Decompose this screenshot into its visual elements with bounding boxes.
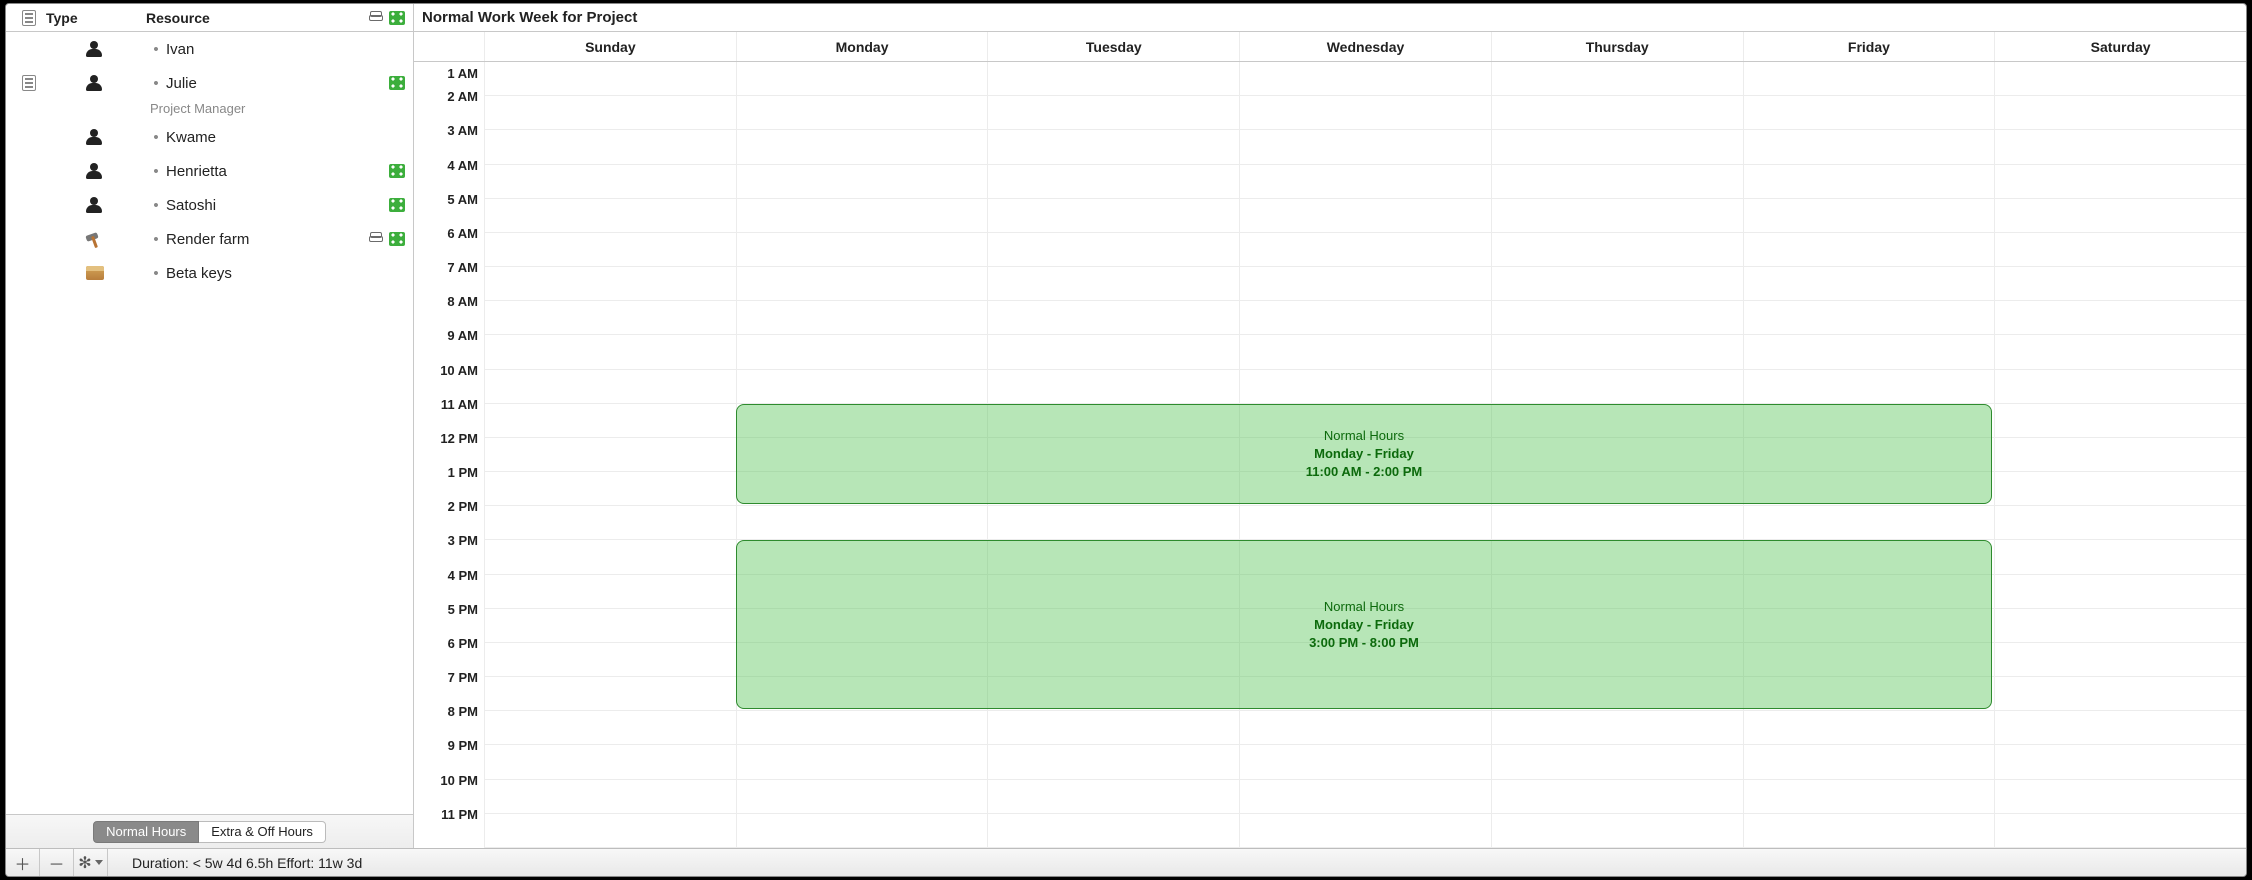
calendar-title: Normal Work Week for Project — [414, 4, 2246, 32]
resource-row[interactable]: •Ivan — [6, 32, 413, 66]
hour-label: 3 AM — [414, 123, 484, 157]
column-header-type[interactable]: Type — [46, 10, 146, 26]
resource-name: Ivan — [166, 41, 353, 58]
person-icon — [86, 41, 102, 57]
column-header-resource[interactable]: Resource — [146, 10, 353, 26]
resource-row[interactable]: •Satoshi — [6, 188, 413, 222]
day-header: Tuesday — [987, 32, 1239, 61]
calendar-icon — [369, 15, 383, 21]
sidebar-tabs: Normal Hours Extra & Off Hours — [6, 814, 413, 848]
resource-row[interactable]: •Beta keys — [6, 256, 413, 290]
notes-icon — [22, 75, 36, 91]
resource-sidebar: Type Resource •Ivan•JulieProject Manager… — [6, 4, 414, 848]
status-text: Duration: < 5w 4d 6.5h Effort: 11w 3d — [108, 855, 362, 871]
calendar-day-header: SundayMondayTuesdayWednesdayThursdayFrid… — [414, 32, 2246, 62]
puzzle-icon — [389, 198, 405, 212]
resource-subtitle: Project Manager — [6, 96, 413, 120]
gear-menu-button[interactable]: ✻ — [74, 849, 108, 876]
column-header-notes[interactable] — [12, 10, 46, 26]
hour-label: 6 AM — [414, 226, 484, 260]
hour-label: 5 AM — [414, 192, 484, 226]
resource-name: Satoshi — [166, 197, 353, 214]
puzzle-icon — [389, 11, 405, 25]
day-header: Monday — [736, 32, 988, 61]
day-header: Thursday — [1491, 32, 1743, 61]
resource-row[interactable]: •Kwame — [6, 120, 413, 154]
puzzle-icon — [389, 164, 405, 178]
day-header: Sunday — [484, 32, 736, 61]
hour-label: 6 PM — [414, 636, 484, 670]
resource-row[interactable]: •Henrietta — [6, 154, 413, 188]
hour-label: 10 PM — [414, 773, 484, 807]
person-icon — [86, 197, 102, 213]
hour-label: 8 AM — [414, 294, 484, 328]
work-hours-block[interactable]: Normal HoursMonday - Friday3:00 PM - 8:0… — [736, 540, 1993, 709]
notes-icon — [22, 10, 36, 26]
hour-label: 2 AM — [414, 89, 484, 123]
hour-label: 9 AM — [414, 328, 484, 362]
resource-name: Render farm — [166, 231, 353, 248]
hour-label: 2 PM — [414, 499, 484, 533]
tab-normal-hours[interactable]: Normal Hours — [93, 821, 199, 843]
hammer-icon — [86, 231, 104, 247]
bottom-toolbar: ＋ － ✻ Duration: < 5w 4d 6.5h Effort: 11w… — [6, 848, 2246, 876]
block-time: 3:00 PM - 8:00 PM — [1309, 634, 1419, 652]
hour-label: 5 PM — [414, 602, 484, 636]
person-icon — [86, 129, 102, 145]
resource-row[interactable]: •Julie — [6, 66, 413, 100]
resource-row[interactable]: •Render farm — [6, 222, 413, 256]
hour-label: 10 AM — [414, 363, 484, 397]
puzzle-icon — [389, 232, 405, 246]
calendar-icon — [369, 236, 383, 242]
day-header: Wednesday — [1239, 32, 1491, 61]
puzzle-icon — [389, 76, 405, 90]
resource-name: Beta keys — [166, 265, 353, 282]
add-button[interactable]: ＋ — [6, 849, 40, 876]
hour-label: 9 PM — [414, 738, 484, 772]
hour-label: 3 PM — [414, 533, 484, 567]
hour-label: 8 PM — [414, 704, 484, 738]
block-days: Monday - Friday — [1314, 616, 1414, 634]
day-header: Saturday — [1994, 32, 2246, 61]
block-time: 11:00 AM - 2:00 PM — [1306, 463, 1423, 481]
sidebar-header: Type Resource — [6, 4, 413, 32]
calendar-panel: Normal Work Week for Project SundayMonda… — [414, 4, 2246, 848]
hour-label: 1 PM — [414, 465, 484, 499]
resource-name: Julie — [166, 75, 353, 92]
hour-label: 7 AM — [414, 260, 484, 294]
day-header: Friday — [1743, 32, 1995, 61]
hour-label: 7 PM — [414, 670, 484, 704]
resource-name: Henrietta — [166, 163, 353, 180]
hour-label: 4 PM — [414, 568, 484, 602]
block-label: Normal Hours — [1324, 598, 1404, 616]
block-days: Monday - Friday — [1314, 445, 1414, 463]
block-label: Normal Hours — [1324, 427, 1404, 445]
hour-label: 11 AM — [414, 397, 484, 431]
box-icon — [86, 266, 104, 280]
work-hours-block[interactable]: Normal HoursMonday - Friday11:00 AM - 2:… — [736, 404, 1993, 505]
remove-button[interactable]: － — [40, 849, 74, 876]
person-icon — [86, 75, 102, 91]
calendar-body[interactable]: 1 AM2 AM3 AM4 AM5 AM6 AM7 AM8 AM9 AM10 A… — [414, 62, 2246, 848]
tab-extra-off-hours[interactable]: Extra & Off Hours — [199, 821, 326, 843]
hour-label: 11 PM — [414, 807, 484, 841]
resource-name: Kwame — [166, 129, 353, 146]
hour-label: 12 PM — [414, 431, 484, 465]
hour-label: 4 AM — [414, 158, 484, 192]
person-icon — [86, 163, 102, 179]
resource-list[interactable]: •Ivan•JulieProject Manager•Kwame•Henriet… — [6, 32, 413, 814]
